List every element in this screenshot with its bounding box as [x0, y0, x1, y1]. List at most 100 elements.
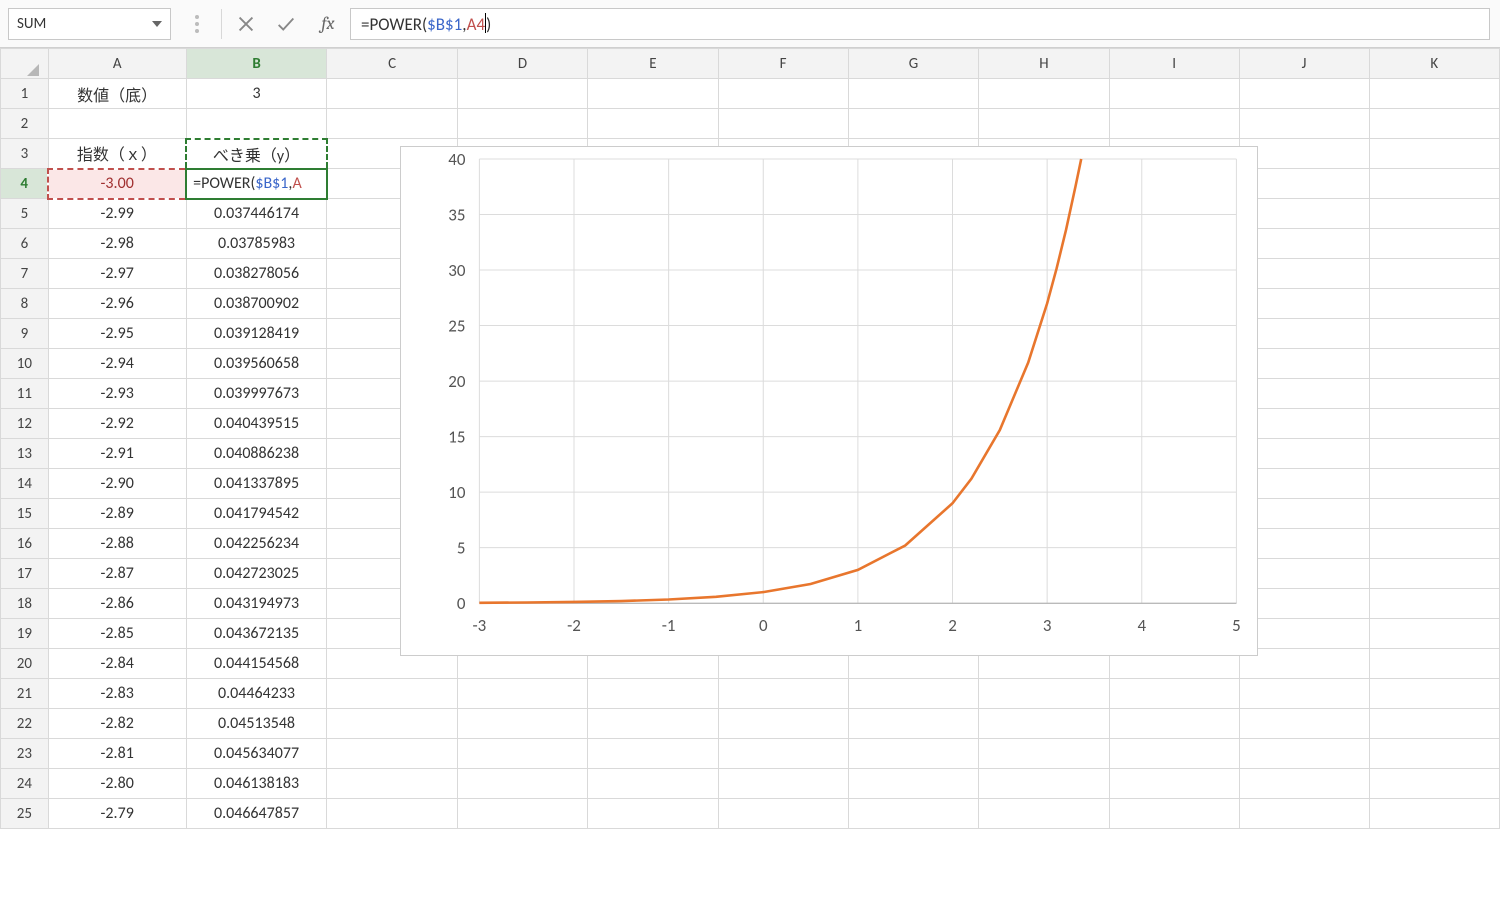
- cell[interactable]: [1109, 769, 1239, 799]
- cell[interactable]: 0.039128419: [186, 319, 327, 349]
- cell[interactable]: -2.97: [48, 259, 186, 289]
- cell[interactable]: [1369, 79, 1499, 109]
- row-header[interactable]: 12: [1, 409, 49, 439]
- row-header[interactable]: 17: [1, 559, 49, 589]
- cell[interactable]: 0.038278056: [186, 259, 327, 289]
- cell[interactable]: -2.96: [48, 289, 186, 319]
- cell[interactable]: -2.79: [48, 799, 186, 829]
- cell[interactable]: -2.85: [48, 619, 186, 649]
- row-header[interactable]: 14: [1, 469, 49, 499]
- enter-icon[interactable]: [266, 0, 306, 48]
- cell[interactable]: 0.03785983: [186, 229, 327, 259]
- cell[interactable]: [588, 769, 718, 799]
- row-header[interactable]: 9: [1, 319, 49, 349]
- cell[interactable]: -2.93: [48, 379, 186, 409]
- chevron-down-icon[interactable]: [152, 21, 162, 27]
- name-box[interactable]: SUM: [8, 8, 171, 40]
- cell[interactable]: -2.91: [48, 439, 186, 469]
- cell[interactable]: -2.94: [48, 349, 186, 379]
- row-header[interactable]: 1: [1, 79, 49, 109]
- cell[interactable]: [1239, 109, 1369, 139]
- cell[interactable]: [1239, 619, 1369, 649]
- cell[interactable]: [1239, 379, 1369, 409]
- column-header[interactable]: J: [1239, 49, 1369, 79]
- cancel-icon[interactable]: [226, 0, 266, 48]
- cell[interactable]: [1239, 409, 1369, 439]
- cell[interactable]: [1239, 559, 1369, 589]
- cell[interactable]: -2.98: [48, 229, 186, 259]
- cell[interactable]: [1239, 169, 1369, 199]
- cell[interactable]: 0.039997673: [186, 379, 327, 409]
- more-vert-icon[interactable]: [177, 0, 217, 48]
- column-header[interactable]: G: [848, 49, 978, 79]
- cell[interactable]: [718, 679, 848, 709]
- row-header[interactable]: 23: [1, 739, 49, 769]
- cell[interactable]: -2.90: [48, 469, 186, 499]
- cell[interactable]: -2.87: [48, 559, 186, 589]
- cell[interactable]: [1239, 289, 1369, 319]
- cell[interactable]: [979, 109, 1109, 139]
- row-header[interactable]: 20: [1, 649, 49, 679]
- cell[interactable]: [1239, 499, 1369, 529]
- cell[interactable]: [457, 709, 587, 739]
- cell[interactable]: [979, 79, 1109, 109]
- cell[interactable]: 0.04464233: [186, 679, 327, 709]
- cell[interactable]: [1239, 529, 1369, 559]
- row-header[interactable]: 10: [1, 349, 49, 379]
- cell[interactable]: [848, 709, 978, 739]
- cell[interactable]: 3: [186, 79, 327, 109]
- cell[interactable]: [1369, 379, 1499, 409]
- embedded-chart[interactable]: 0510152025303540-3-2-1012345: [400, 146, 1258, 656]
- column-header[interactable]: A: [48, 49, 186, 79]
- cell[interactable]: [848, 679, 978, 709]
- cell[interactable]: [588, 679, 718, 709]
- cell[interactable]: [588, 799, 718, 829]
- cell[interactable]: [457, 769, 587, 799]
- row-header[interactable]: 25: [1, 799, 49, 829]
- cell[interactable]: [718, 799, 848, 829]
- cell[interactable]: [1369, 259, 1499, 289]
- cell[interactable]: [718, 109, 848, 139]
- cell[interactable]: 0.040439515: [186, 409, 327, 439]
- cell[interactable]: べき乗（y）: [186, 139, 327, 169]
- cell[interactable]: [848, 79, 978, 109]
- cell[interactable]: -3.00: [48, 169, 186, 199]
- cell[interactable]: -2.95: [48, 319, 186, 349]
- worksheet[interactable]: ABCDEFGHIJK1数値（底）323指数（ｘ）べき乗（y）4-3.00=PO…: [0, 48, 1500, 829]
- row-header[interactable]: 2: [1, 109, 49, 139]
- cell[interactable]: [1369, 319, 1499, 349]
- column-header[interactable]: F: [718, 49, 848, 79]
- cell[interactable]: -2.99: [48, 199, 186, 229]
- row-header[interactable]: 4: [1, 169, 49, 199]
- cell[interactable]: [1239, 799, 1369, 829]
- cell[interactable]: [1109, 739, 1239, 769]
- row-header[interactable]: 7: [1, 259, 49, 289]
- column-header[interactable]: H: [979, 49, 1109, 79]
- row-header[interactable]: 6: [1, 229, 49, 259]
- cell[interactable]: [457, 79, 587, 109]
- cell[interactable]: [848, 799, 978, 829]
- cell[interactable]: [1109, 799, 1239, 829]
- cell[interactable]: [1109, 679, 1239, 709]
- cell[interactable]: [1369, 229, 1499, 259]
- cell[interactable]: 0.044154568: [186, 649, 327, 679]
- row-header[interactable]: 5: [1, 199, 49, 229]
- cell[interactable]: [1369, 619, 1499, 649]
- cell[interactable]: [848, 739, 978, 769]
- cell[interactable]: [1239, 229, 1369, 259]
- cell[interactable]: [1239, 739, 1369, 769]
- cell[interactable]: 0.043672135: [186, 619, 327, 649]
- cell[interactable]: [1369, 409, 1499, 439]
- cell[interactable]: 指数（ｘ）: [48, 139, 186, 169]
- cell[interactable]: [48, 109, 186, 139]
- cell[interactable]: [848, 769, 978, 799]
- cell[interactable]: [327, 799, 457, 829]
- cell[interactable]: [1369, 289, 1499, 319]
- cell[interactable]: 0.037446174: [186, 199, 327, 229]
- cell[interactable]: [1239, 79, 1369, 109]
- cell[interactable]: [327, 79, 457, 109]
- cell[interactable]: [718, 709, 848, 739]
- cell[interactable]: -2.88: [48, 529, 186, 559]
- cell[interactable]: -2.84: [48, 649, 186, 679]
- cell[interactable]: [1369, 169, 1499, 199]
